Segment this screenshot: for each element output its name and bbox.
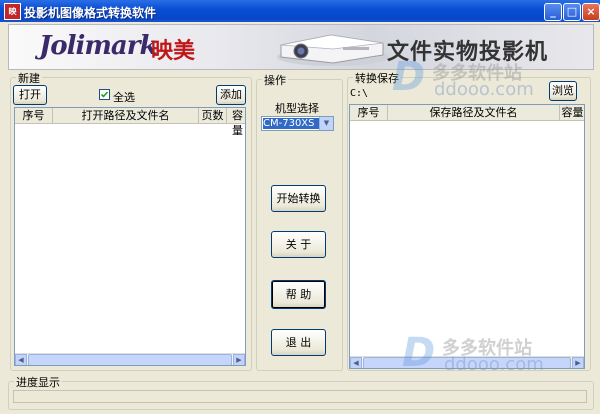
chevron-down-icon[interactable]: ▼ [319, 117, 333, 130]
col-size[interactable]: 容量 [560, 105, 584, 120]
open-button[interactable]: 打开 [13, 85, 47, 105]
about-button[interactable]: 关 于 [271, 231, 326, 258]
title-bar[interactable]: 映 投影机图像格式转换软件 _ □ × [0, 0, 600, 22]
scroll-thumb[interactable] [28, 354, 232, 365]
maximize-button[interactable]: □ [563, 3, 581, 21]
save-path-field[interactable]: C:\ [350, 88, 368, 99]
scroll-right-icon[interactable]: ▶ [572, 357, 584, 368]
col-index[interactable]: 序号 [350, 105, 388, 120]
banner-title: 文件实物投影机 [387, 40, 549, 65]
select-all-checkbox[interactable] [99, 89, 110, 100]
app-icon[interactable]: 映 [4, 3, 21, 20]
output-list-scrollbar[interactable]: ◀ ▶ [350, 356, 584, 368]
new-group-label: 新建 [16, 70, 42, 86]
progress-group: 进度显示 [8, 374, 594, 410]
projector-image [277, 34, 389, 66]
col-size[interactable]: 容量 [227, 108, 245, 137]
jolimark-cn-logo: 映美 [151, 39, 196, 64]
window-title: 投影机图像格式转换软件 [24, 6, 157, 20]
brand-banner: Jolimark 映美 文件实物投影机 [8, 24, 594, 70]
jolimark-logo: Jolimark [39, 31, 157, 61]
col-save-path[interactable]: 保存路径及文件名 [388, 105, 560, 120]
scroll-thumb[interactable] [363, 357, 571, 368]
source-list-scrollbar[interactable]: ◀ ▶ [15, 353, 245, 365]
exit-button[interactable]: 退 出 [271, 329, 326, 356]
progress-bar [13, 390, 587, 403]
close-button[interactable]: × [582, 3, 600, 21]
select-all-label[interactable]: 全选 [113, 89, 135, 105]
help-button[interactable]: 帮 助 [271, 280, 326, 309]
output-file-list[interactable]: 序号 保存路径及文件名 容量 ◀ ▶ [349, 104, 585, 369]
save-group-label: 转换保存 [353, 70, 401, 86]
minimize-button[interactable]: _ [544, 3, 562, 21]
output-list-header: 序号 保存路径及文件名 容量 [350, 105, 584, 121]
operation-group-label: 操作 [262, 72, 288, 88]
scroll-right-icon[interactable]: ▶ [233, 354, 245, 365]
col-pages[interactable]: 页数 [199, 108, 227, 123]
browse-button[interactable]: 浏览 [549, 81, 577, 101]
model-select-value: CM-730XS [263, 118, 319, 129]
add-button[interactable]: 添加 [216, 85, 246, 105]
scroll-left-icon[interactable]: ◀ [15, 354, 27, 365]
col-open-path[interactable]: 打开路径及文件名 [53, 108, 199, 123]
checkmark-icon [100, 91, 109, 98]
scroll-left-icon[interactable]: ◀ [350, 357, 362, 368]
source-list-header: 序号 打开路径及文件名 页数 容量 [15, 108, 245, 137]
col-index[interactable]: 序号 [15, 108, 53, 123]
progress-group-label: 进度显示 [14, 374, 62, 390]
model-select[interactable]: CM-730XS ▼ [261, 116, 334, 131]
source-file-list[interactable]: 序号 打开路径及文件名 页数 容量 ◀ ▶ [14, 107, 246, 366]
model-select-label: 机型选择 [275, 102, 319, 115]
start-convert-button[interactable]: 开始转换 [271, 185, 326, 212]
